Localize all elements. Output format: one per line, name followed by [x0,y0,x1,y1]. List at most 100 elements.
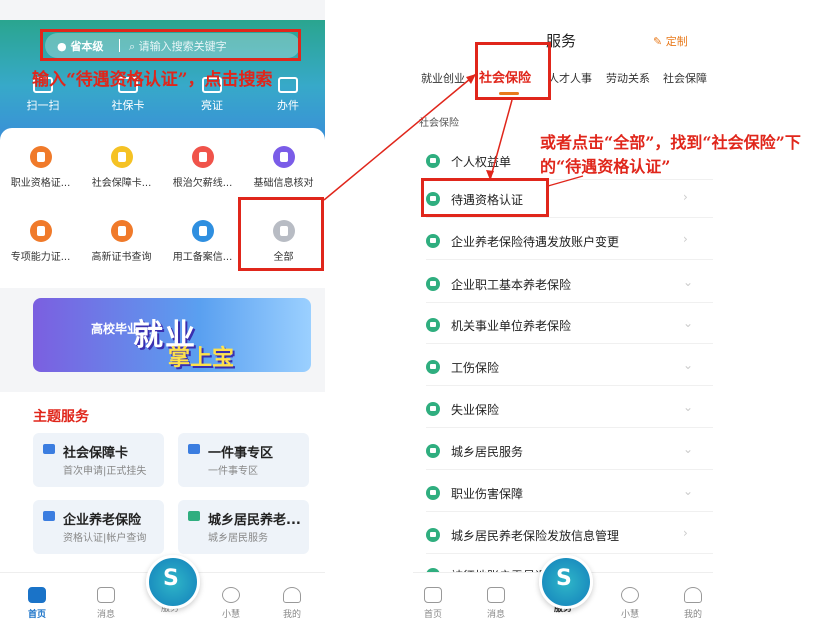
tab-assistant[interactable]: 小慧 [206,587,256,620]
wallet-icon [191,146,214,168]
chevron-down-icon: ⌄ [683,316,694,330]
theme-card-subtitle: 一件事专区 [208,466,258,477]
customize-button[interactable]: ✎ 定制 [653,33,688,49]
service-item-basic-info[interactable]: 基础信息核对 [243,146,324,189]
service-icon [426,402,440,416]
right-phone-screen: 服务 ✎ 定制 就业创业 社会保险 人才人事 劳动关系 社会保障 社会保险 个人… [413,0,713,632]
box-icon [188,444,200,454]
quick-action-label: 扫一扫 [26,99,60,112]
chevron-right-icon: › [683,526,688,540]
divider [426,385,713,386]
service-label: 社会保障卡... [91,178,152,189]
list-item-label: 企业职工基本养老保险 [451,278,572,292]
list-item-label: 工伤保险 [451,361,500,375]
home-icon [424,587,442,603]
edit-icon [272,146,295,168]
card-icon [43,444,55,454]
service-label: 职业资格证... [10,178,71,189]
promo-banner[interactable]: 高校毕业生 就业 掌上宝 [33,298,311,372]
tab-label: 小慧 [620,610,639,620]
list-item-label: 城乡居民养老保险发放信息管理 [451,529,620,543]
divider [426,217,713,218]
theme-card-enterprise-pension[interactable]: 企业养老保险 资格认证|帐户查询 [33,500,164,554]
list-item[interactable]: 工伤保险 ⌄ [413,348,713,386]
assistant-icon [621,587,639,603]
user-icon [283,587,301,603]
list-item-label: 城乡居民服务 [451,445,524,459]
section-title: 社会保险 [419,118,459,129]
speaker-icon [97,587,115,603]
tab-labor[interactable]: 劳动关系 [606,70,650,86]
tab-assistant[interactable]: 小慧 [605,587,655,620]
list-item[interactable]: 企业职工基本养老保险 ⌄ [413,265,713,303]
service-item-wage-arrears[interactable]: 根治欠薪线... [162,146,243,189]
chevron-right-icon: › [683,190,688,204]
divider [426,302,713,303]
service-item-vocational-cert[interactable]: 职业资格证... [0,146,81,189]
theme-card-title: 一件事专区 [208,446,274,461]
tab-label: 首页 [27,610,46,620]
service-item-employment-record[interactable]: 用工备案信... [162,220,243,263]
service-icon [426,234,440,248]
service-label: 高新证书查询 [91,252,152,263]
tab-home[interactable]: 首页 [12,587,62,620]
theme-services-title: 主题服务 [33,409,89,425]
document-icon [29,146,52,168]
home-icon [28,587,46,603]
tab-profile[interactable]: 我的 [267,587,317,620]
chevron-down-icon: ⌄ [683,484,694,498]
tab-profile[interactable]: 我的 [668,587,713,620]
tab-home[interactable]: 首页 [413,587,458,620]
tab-social-security[interactable]: 社会保障 [663,70,707,86]
tab-label: 我的 [282,610,301,620]
theme-card-title: 社会保障卡 [63,446,129,461]
services-center-button[interactable] [539,555,593,609]
tab-employment[interactable]: 就业创业 [421,70,465,86]
tab-messages[interactable]: 消息 [81,587,131,620]
tab-talent[interactable]: 人才人事 [548,70,592,86]
chevron-down-icon: ⌄ [683,358,694,372]
service-icon [426,360,440,374]
banner-subtitle: 掌上宝 [168,346,235,371]
theme-card-title: 城乡居民养老... [208,513,301,528]
chevron-right-icon: › [683,232,688,246]
tab-messages[interactable]: 消息 [471,587,521,620]
service-item-special-skill[interactable]: 专项能力证... [0,220,81,263]
quick-action-label: 社保卡 [111,99,145,112]
tab-label: 首页 [423,610,442,620]
list-item[interactable]: 城乡居民养老保险发放信息管理 › [413,516,713,554]
annotation-search-instruction: 输入“待遇资格认证”，点击搜索 [32,70,273,90]
list-item[interactable]: 职业伤害保障 ⌄ [413,474,713,512]
chevron-down-icon: ⌄ [683,275,694,289]
list-item[interactable]: 企业养老保险待遇发放账户变更 › [413,222,713,260]
theme-card-resident-pension[interactable]: 城乡居民养老... 城乡居民服务 [178,500,309,554]
list-item-label: 企业养老保险待遇发放账户变更 [451,235,620,249]
service-item-social-card[interactable]: 社会保障卡... [81,146,162,189]
service-item-high-tech-cert[interactable]: 高新证书查询 [81,220,162,263]
divider [426,343,713,344]
left-phone-screen: ● 省本级 ⌕ 请输入搜索关键字 扫一扫 社保卡 亮证 办件 职业资格证... … [0,0,325,632]
theme-card-social-card[interactable]: 社会保障卡 首次申请|正式挂失 [33,433,164,487]
list-item[interactable]: 城乡居民服务 ⌄ [413,432,713,470]
theme-card-subtitle: 城乡居民服务 [208,533,268,544]
service-icon [426,486,440,500]
divider [426,553,713,554]
highlight-all-button [238,197,324,271]
list-item-label: 职业伤害保障 [451,487,524,501]
tab-label: 小慧 [221,610,240,620]
divider [426,469,713,470]
list-item[interactable]: 失业保险 ⌄ [413,390,713,428]
assistant-icon [222,587,240,603]
quick-action-label: 亮证 [201,99,223,112]
service-icon [426,444,440,458]
service-label: 基础信息核对 [253,178,314,189]
annotation-alternative-instruction: 或者点击“全部”，找到“社会保险”下的“待遇资格认证” [540,133,801,176]
theme-card-one-thing[interactable]: 一件事专区 一件事专区 [178,433,309,487]
services-center-button[interactable] [146,555,200,609]
list-item-label: 个人权益单 [451,155,512,169]
list-item[interactable]: 机关事业单位养老保险 ⌄ [413,306,713,344]
divider [426,259,713,260]
chevron-down-icon: ⌄ [683,442,694,456]
card-icon [110,146,133,168]
service-label: 用工备案信... [172,252,233,263]
